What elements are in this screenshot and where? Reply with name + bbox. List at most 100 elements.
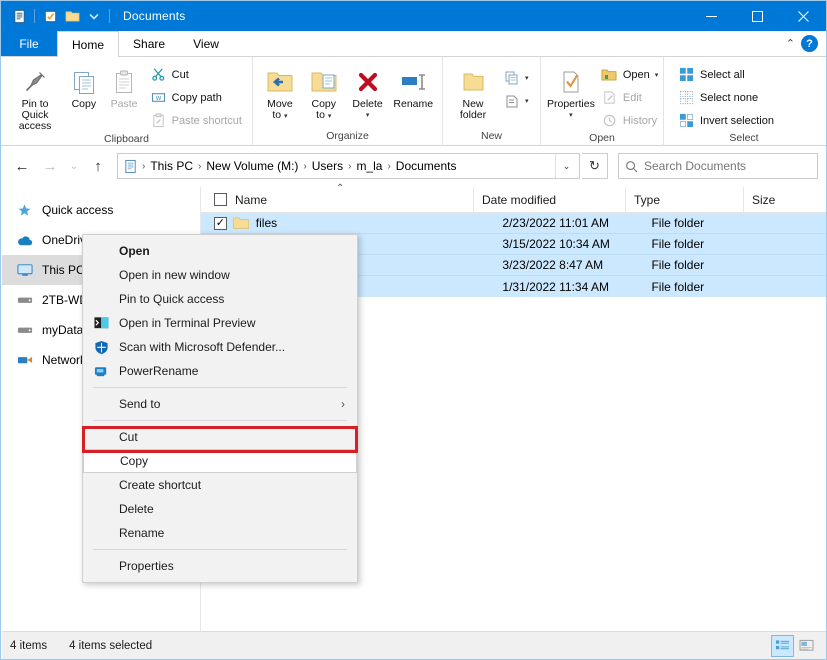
easy-access-caret-icon[interactable]: ▾ (525, 97, 529, 105)
context-menu-item-rename[interactable]: Rename (83, 521, 357, 545)
breadcrumb-item-this-pc[interactable]: This PC (146, 159, 197, 173)
tab-file[interactable]: File (1, 31, 57, 56)
paste-shortcut-button[interactable]: Paste shortcut (146, 110, 246, 131)
column-header-name[interactable]: Name ⌃ (201, 187, 473, 213)
back-button[interactable]: ← (9, 153, 35, 179)
new-folder-button[interactable]: New folder (449, 61, 497, 121)
copy-button[interactable]: Copy (65, 61, 102, 110)
status-item-count: 4 items (10, 640, 47, 652)
invert-selection-label: Invert selection (700, 115, 774, 127)
properties-button[interactable]: Properties ▾ (547, 61, 595, 121)
context-menu-label-properties: Properties (119, 559, 174, 573)
column-header-type[interactable]: Type (625, 187, 743, 213)
new-item-button[interactable]: ▾ (499, 67, 533, 88)
view-mode-buttons (771, 635, 818, 657)
recent-locations-button[interactable]: ⌄ (65, 153, 83, 179)
context-menu-item-delete[interactable]: Delete (83, 497, 357, 521)
open-button[interactable]: Open ▾ (597, 64, 662, 85)
easy-access-button[interactable]: ▾ (499, 90, 533, 111)
row-type-cell: File folder (651, 216, 767, 230)
context-menu-item-pin-to-quick-access[interactable]: Pin to Quick access (83, 287, 357, 311)
large-icons-view-icon[interactable] (795, 635, 818, 657)
copy-to-label-2: to ▾ (316, 110, 331, 122)
delete-button[interactable]: Delete ▾ (347, 61, 389, 121)
refresh-button[interactable]: ↻ (582, 153, 608, 179)
properties-item-icon (91, 557, 111, 575)
pin-icon (21, 65, 49, 99)
row-type-cell: File folder (651, 237, 767, 251)
select-all-button[interactable]: Select all (674, 64, 778, 85)
move-to-button[interactable]: Move to ▾ (259, 61, 301, 122)
tab-home[interactable]: Home (57, 31, 119, 57)
open-item-icon (91, 242, 111, 260)
tab-share-label: Share (133, 37, 165, 51)
quick-access-toolbar (1, 6, 113, 26)
copy-to-button[interactable]: Copy to ▾ (303, 61, 345, 122)
cut-button[interactable]: Cut (146, 64, 246, 85)
send-to-item-icon (91, 395, 111, 413)
table-row[interactable]: ✓ files 2/23/2022 11:01 AM File folder (201, 213, 826, 234)
forward-button[interactable]: → (37, 153, 63, 179)
tab-view[interactable]: View (179, 31, 233, 56)
context-menu-item-create-shortcut[interactable]: Create shortcut (83, 473, 357, 497)
context-menu-item-copy[interactable]: Copy (83, 449, 357, 473)
tab-share[interactable]: Share (119, 31, 179, 56)
rename-icon (398, 65, 428, 99)
breadcrumb-item-users[interactable]: Users (308, 159, 347, 173)
breadcrumb-dropdown-icon[interactable]: ⌄ (555, 154, 577, 178)
paste-button[interactable]: Paste (105, 61, 144, 110)
open-button-label: Open (623, 69, 650, 81)
sort-ascending-icon: ⌃ (336, 183, 344, 194)
delete-caret-icon[interactable]: ▾ (366, 110, 370, 121)
invert-selection-button[interactable]: Invert selection (674, 110, 778, 131)
properties-icon[interactable] (9, 6, 29, 26)
context-menu-item-open[interactable]: Open (83, 239, 357, 263)
copy-path-button[interactable]: W Copy path (146, 87, 246, 108)
breadcrumb-item-new-volume[interactable]: New Volume (M:) (202, 159, 302, 173)
context-menu-item-powerrename[interactable]: PowerRename (83, 359, 357, 383)
new-item-caret-icon[interactable]: ▾ (525, 74, 529, 82)
context-menu-item-send-to[interactable]: Send to › (83, 392, 357, 416)
select-none-label: Select none (700, 92, 758, 104)
breadcrumb-item-user[interactable]: m_la (352, 159, 386, 173)
up-button[interactable]: ↑ (85, 153, 111, 179)
pin-to-quick-access-button[interactable]: Pin to Quick access (7, 61, 63, 132)
edit-button[interactable]: Edit (597, 87, 662, 108)
context-menu-item-open-in-terminal[interactable]: Open in Terminal Preview (83, 311, 357, 335)
context-menu-item-scan-with-defender[interactable]: Scan with Microsoft Defender... (83, 335, 357, 359)
chevron-down-icon[interactable] (84, 6, 104, 26)
ribbon-group-clipboard-label: Clipboard (1, 132, 252, 147)
search-input[interactable]: Search Documents (644, 159, 746, 173)
select-all-checkbox[interactable] (214, 193, 227, 206)
help-icon[interactable]: ? (801, 35, 818, 52)
copy-path-button-label: Copy path (172, 92, 222, 104)
properties-check-icon (557, 65, 585, 99)
select-none-button[interactable]: Select none (674, 87, 778, 108)
details-view-icon[interactable] (771, 635, 794, 657)
context-menu-item-open-in-new-window[interactable]: Open in new window (83, 263, 357, 287)
sidebar-item-quick-access[interactable]: Quick access (2, 195, 200, 225)
folder-icon[interactable] (62, 6, 82, 26)
search-box[interactable]: Search Documents (618, 153, 818, 179)
column-header-date-modified[interactable]: Date modified (473, 187, 625, 213)
history-button[interactable]: History (597, 110, 662, 131)
context-menu-item-properties[interactable]: Properties (83, 554, 357, 578)
maximize-button[interactable] (734, 1, 780, 31)
toolbar-separator-2 (109, 9, 110, 23)
new-item-icon (503, 69, 520, 86)
column-header-size[interactable]: Size (743, 187, 823, 213)
context-menu-item-cut[interactable]: Cut (83, 425, 357, 449)
close-button[interactable] (780, 1, 826, 31)
open-caret-icon[interactable]: ▾ (655, 71, 659, 79)
context-menu-label-delete: Delete (119, 502, 154, 516)
breadcrumb-item-documents[interactable]: Documents (392, 159, 461, 173)
new-folder-checkbox-icon[interactable] (40, 6, 60, 26)
folder-icon (233, 216, 249, 230)
row-checkbox[interactable]: ✓ (214, 217, 227, 230)
breadcrumb[interactable]: › This PC › New Volume (M:) › Users › m_… (117, 153, 580, 179)
rename-button[interactable]: Rename (391, 61, 436, 110)
context-menu-label-pin-to-quick-access: Pin to Quick access (119, 292, 224, 306)
properties-caret-icon[interactable]: ▾ (569, 110, 573, 121)
collapse-ribbon-icon[interactable]: ⌃ (786, 37, 795, 50)
minimize-button[interactable] (688, 1, 734, 31)
